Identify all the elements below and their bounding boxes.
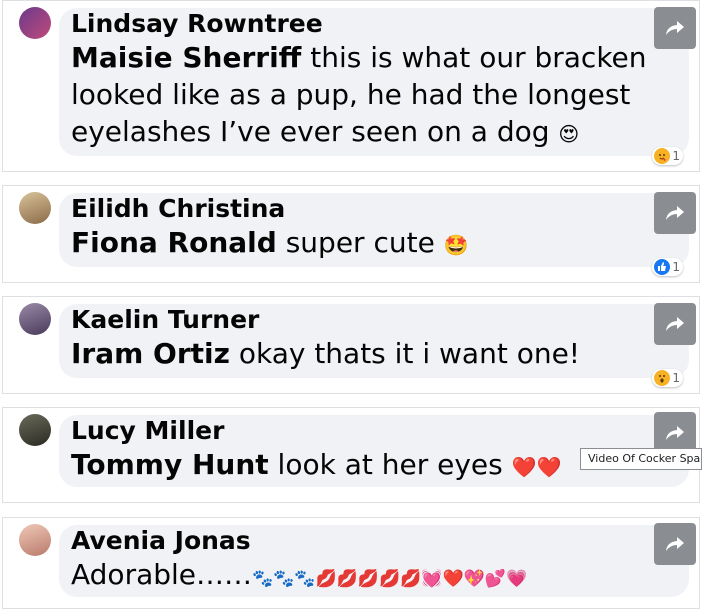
share-arrow-icon [666,21,684,35]
reaction-summary[interactable]: 1 [652,147,683,165]
comment-bubble: Lindsay Rowntree Maisie Sherriff this is… [59,8,689,156]
share-button[interactable] [654,303,696,345]
comment-author[interactable]: Lindsay Rowntree [71,9,677,39]
avatar[interactable] [19,303,51,335]
share-arrow-icon [666,426,684,440]
comment-text: Fiona Ronald super cute 🤩 [71,224,677,264]
share-button[interactable] [654,7,696,49]
comment-text: Maisie Sherriff this is what our bracken… [71,39,677,153]
emoji: 🤩 [443,233,469,257]
care-icon [654,148,671,164]
mention-link[interactable]: Tommy Hunt [71,448,269,481]
comment-author[interactable]: Kaelin Turner [71,305,677,335]
comment-card: Avenia Jonas Adorable……🐾🐾🐾💋💋💋💋💋💓❤️💖💕💗 [2,517,700,609]
comment-card: Kaelin Turner Iram Ortiz okay thats it i… [2,296,700,394]
avatar[interactable] [19,7,51,39]
comment-author[interactable]: Eilidh Christina [71,194,677,224]
share-arrow-icon [666,206,684,220]
share-button[interactable] [654,523,696,565]
tooltip: Video Of Cocker Spaniel [580,448,702,470]
avatar[interactable] [19,414,51,446]
comment-text: Adorable……🐾🐾🐾💋💋💋💋💋💓❤️💖💕💗 [71,556,677,598]
avatar[interactable] [19,524,51,556]
comment-body: Adorable…… [71,558,253,591]
comment-author[interactable]: Avenia Jonas [71,526,677,556]
comment-author[interactable]: Lucy Miller [71,416,677,446]
mention-link[interactable]: Fiona Ronald [71,226,277,259]
comment-bubble: Eilidh Christina Fiona Ronald super cute… [59,193,689,267]
comment-bubble: Avenia Jonas Adorable……🐾🐾🐾💋💋💋💋💋💓❤️💖💕💗 [59,525,689,597]
emoji: ❤️❤️ [511,455,562,479]
share-button[interactable] [654,192,696,234]
reaction-count: 1 [672,371,680,385]
reaction-summary[interactable]: 1 [652,369,683,387]
reaction-summary[interactable]: 1 [652,258,683,276]
comment-card: Eilidh Christina Fiona Ronald super cute… [2,185,700,283]
avatar[interactable] [19,192,51,224]
comment-body: okay thats it i want one! [229,337,581,370]
emoji: 😍 [558,122,580,146]
comment-card: Lindsay Rowntree Maisie Sherriff this is… [2,0,700,172]
like-icon [654,259,671,275]
mention-link[interactable]: Iram Ortiz [71,337,230,370]
share-arrow-icon [666,537,684,551]
comment-text: Iram Ortiz okay thats it i want one! [71,335,677,372]
mention-link[interactable]: Maisie Sherriff [71,41,301,74]
reaction-count: 1 [672,260,680,274]
wow-icon [654,370,671,386]
emoji: 🐾🐾🐾💋💋💋💋💋💓❤️💖💕💗 [252,569,528,589]
share-arrow-icon [666,317,684,331]
reaction-count: 1 [672,149,680,163]
comment-body: look at her eyes [268,448,512,481]
comment-body: super cute [276,226,444,259]
comment-bubble: Kaelin Turner Iram Ortiz okay thats it i… [59,304,689,378]
